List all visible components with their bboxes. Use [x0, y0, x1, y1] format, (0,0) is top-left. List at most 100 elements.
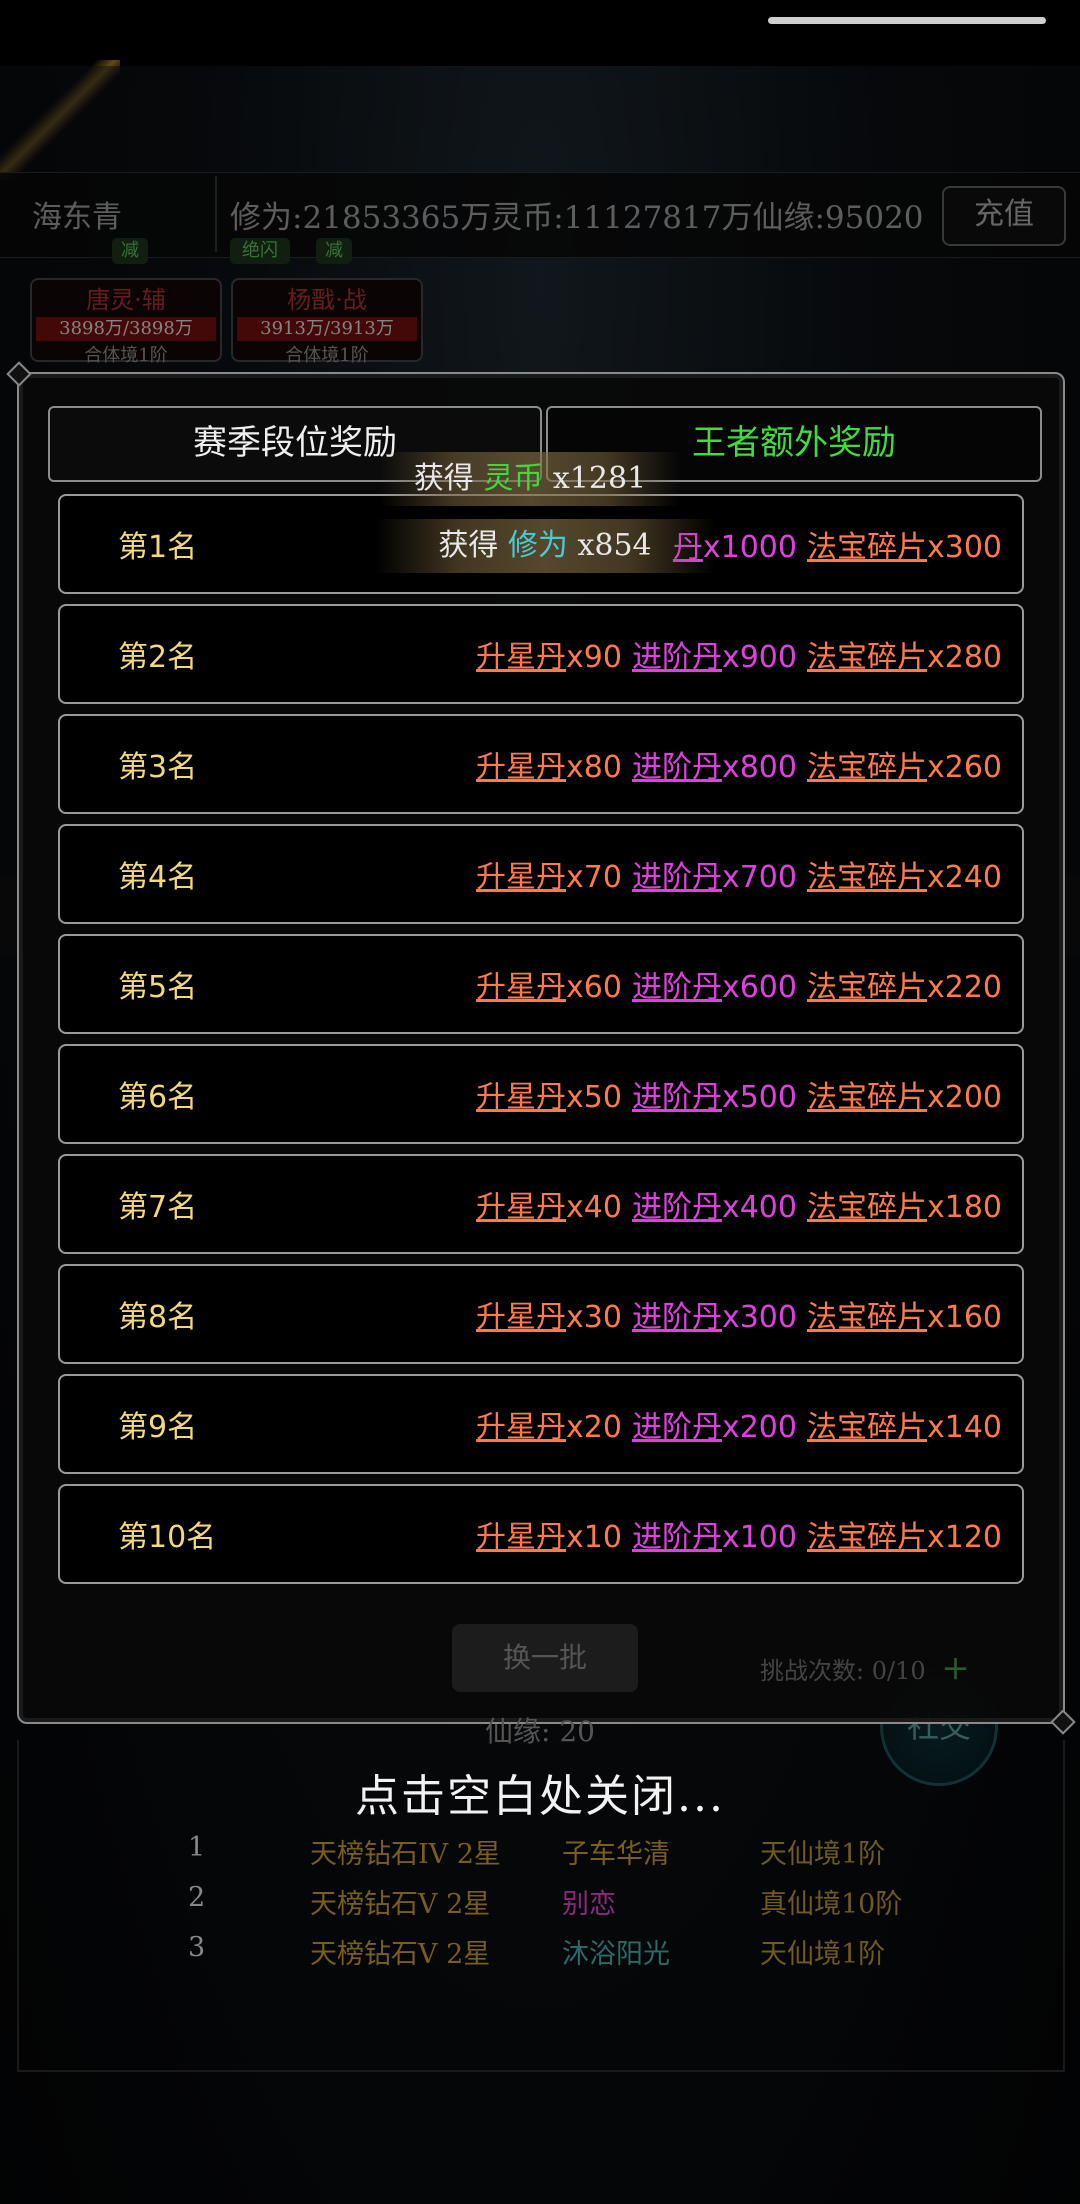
- star-pill-qty: x20: [566, 1410, 622, 1445]
- reward-toast: 获得 修为 x854: [375, 519, 715, 573]
- star-pill-link[interactable]: 升星丹: [476, 640, 566, 675]
- reward-list: 升星丹x40 进阶丹x400 法宝碎片x180: [476, 1182, 1002, 1226]
- star-pill-qty: x30: [566, 1300, 622, 1335]
- reward-list: 升星丹x10 进阶丹x100 法宝碎片x120: [476, 1512, 1002, 1556]
- treasure-fragment-link[interactable]: 法宝碎片: [807, 640, 927, 675]
- treasure-fragment-qty: x200: [926, 1080, 1002, 1115]
- rank-label: 第1名: [118, 530, 198, 565]
- reward-list: 升星丹x30 进阶丹x300 法宝碎片x160: [476, 1292, 1002, 1336]
- lb-player-name: 子车华清: [562, 1839, 670, 1870]
- star-pill-link[interactable]: 升星丹: [476, 1300, 566, 1335]
- treasure-fragment-qty: x300: [926, 530, 1002, 565]
- star-pill-qty: x90: [566, 640, 622, 675]
- refresh-button: 换一批: [452, 1624, 638, 1692]
- rank-label: 第2名: [118, 640, 198, 675]
- star-pill-link[interactable]: 升星丹: [476, 1190, 566, 1225]
- toast-prefix: 获得: [413, 461, 474, 496]
- lb-realm: 天仙境1阶: [760, 1839, 886, 1870]
- toast-item: 修为: [507, 528, 568, 563]
- treasure-fragment-link[interactable]: 法宝碎片: [807, 750, 927, 785]
- lb-player-name: 别恋: [562, 1889, 616, 1920]
- advance-pill-qty: x400: [721, 1190, 797, 1225]
- treasure-fragment-qty: x260: [926, 750, 1002, 785]
- advance-pill-link[interactable]: 进阶丹: [632, 1410, 722, 1445]
- background-frame: [17, 1740, 1065, 2072]
- lb-rank-number: 3: [188, 1932, 206, 1963]
- rank-label: 第4名: [118, 860, 198, 895]
- reward-toast: 获得 灵币 x1281: [380, 452, 680, 506]
- star-pill-link[interactable]: 升星丹: [476, 970, 566, 1005]
- advance-pill-qty: x700: [721, 860, 797, 895]
- rank-label: 第5名: [118, 970, 198, 1005]
- advance-pill-link[interactable]: 进阶丹: [632, 1080, 722, 1115]
- star-pill-link[interactable]: 升星丹: [476, 750, 566, 785]
- star-pill-link[interactable]: 升星丹: [476, 860, 566, 895]
- advance-pill-qty: x100: [721, 1520, 797, 1555]
- star-pill-qty: x40: [566, 1190, 622, 1225]
- rank-label: 第6名: [118, 1080, 198, 1115]
- treasure-fragment-link[interactable]: 法宝碎片: [807, 1190, 927, 1225]
- lb-player-name: 沐浴阳光: [562, 1939, 670, 1970]
- treasure-fragment-qty: x120: [926, 1520, 1002, 1555]
- treasure-fragment-qty: x240: [926, 860, 1002, 895]
- advance-pill-link[interactable]: 进阶丹: [632, 970, 722, 1005]
- advance-pill-link[interactable]: 进阶丹: [632, 1190, 722, 1225]
- advance-pill-qty: x800: [721, 750, 797, 785]
- advance-pill-qty: x1000: [702, 530, 797, 565]
- add-challenge-icon: +: [941, 1648, 970, 1688]
- star-pill-qty: x50: [566, 1080, 622, 1115]
- advance-pill-link[interactable]: 进阶丹: [632, 750, 722, 785]
- advance-pill-link[interactable]: 进阶丹: [632, 1520, 722, 1555]
- rank-label: 第9名: [118, 1410, 198, 1445]
- treasure-fragment-link[interactable]: 法宝碎片: [807, 860, 927, 895]
- treasure-fragment-qty: x140: [926, 1410, 1002, 1445]
- treasure-fragment-link[interactable]: 法宝碎片: [807, 1300, 927, 1335]
- star-pill-qty: x10: [566, 1520, 622, 1555]
- lb-realm: 真仙境10阶: [760, 1889, 903, 1920]
- reward-list: 升星丹x20 进阶丹x200 法宝碎片x140: [476, 1402, 1002, 1446]
- lb-realm: 天仙境1阶: [760, 1939, 886, 1970]
- treasure-fragment-link[interactable]: 法宝碎片: [807, 1080, 927, 1115]
- star-pill-link[interactable]: 升星丹: [476, 1410, 566, 1445]
- advance-pill-qty: x300: [721, 1300, 797, 1335]
- star-pill-link[interactable]: 升星丹: [476, 1520, 566, 1555]
- rank-label: 第8名: [118, 1300, 198, 1335]
- reward-list: 升星丹x70 进阶丹x700 法宝碎片x240: [476, 852, 1002, 896]
- home-indicator: [768, 17, 1046, 24]
- lb-rank-number: 1: [188, 1832, 206, 1863]
- toast-item: 灵币: [483, 461, 544, 496]
- advance-pill-link[interactable]: 进阶丹: [632, 1300, 722, 1335]
- advance-pill-qty: x200: [721, 1410, 797, 1445]
- treasure-fragment-link[interactable]: 法宝碎片: [807, 530, 927, 565]
- reward-list: 升星丹x90 进阶丹x900 法宝碎片x280: [476, 632, 1002, 676]
- treasure-fragment-qty: x180: [926, 1190, 1002, 1225]
- treasure-fragment-qty: x280: [926, 640, 1002, 675]
- advance-pill-qty: x900: [721, 640, 797, 675]
- toast-prefix: 获得: [438, 528, 499, 563]
- lb-tier: 天榜钻石IV 2星: [310, 1839, 501, 1870]
- star-pill-qty: x60: [566, 970, 622, 1005]
- advance-pill-qty: x500: [721, 1080, 797, 1115]
- treasure-fragment-link[interactable]: 法宝碎片: [807, 1410, 927, 1445]
- reward-list: 升星丹x60 进阶丹x600 法宝碎片x220: [476, 962, 1002, 1006]
- star-pill-link[interactable]: 升星丹: [476, 1080, 566, 1115]
- toast-qty: x1281: [552, 461, 647, 496]
- treasure-fragment-qty: x220: [926, 970, 1002, 1005]
- lb-tier: 天榜钻石V 2星: [310, 1889, 491, 1920]
- advance-pill-link[interactable]: 进阶丹: [632, 860, 722, 895]
- rank-label: 第10名: [118, 1520, 217, 1555]
- status-bar: [0, 0, 1080, 66]
- treasure-fragment-qty: x160: [926, 1300, 1002, 1335]
- rank-label: 第3名: [118, 750, 198, 785]
- treasure-fragment-link[interactable]: 法宝碎片: [807, 970, 927, 1005]
- reward-list: 升星丹x50 进阶丹x500 法宝碎片x200: [476, 1072, 1002, 1116]
- advance-pill-link[interactable]: 进阶丹: [632, 640, 722, 675]
- lb-tier: 天榜钻石V 2星: [310, 1939, 491, 1970]
- reward-list: 升星丹x80 进阶丹x800 法宝碎片x260: [476, 742, 1002, 786]
- challenge-count: 挑战次数: 0/10 +: [760, 1648, 970, 1688]
- rank-label: 第7名: [118, 1190, 198, 1225]
- treasure-fragment-link[interactable]: 法宝碎片: [807, 1520, 927, 1555]
- advance-pill-qty: x600: [721, 970, 797, 1005]
- lb-rank-number: 2: [188, 1882, 206, 1913]
- challenge-text: 挑战次数: 0/10: [760, 1657, 926, 1685]
